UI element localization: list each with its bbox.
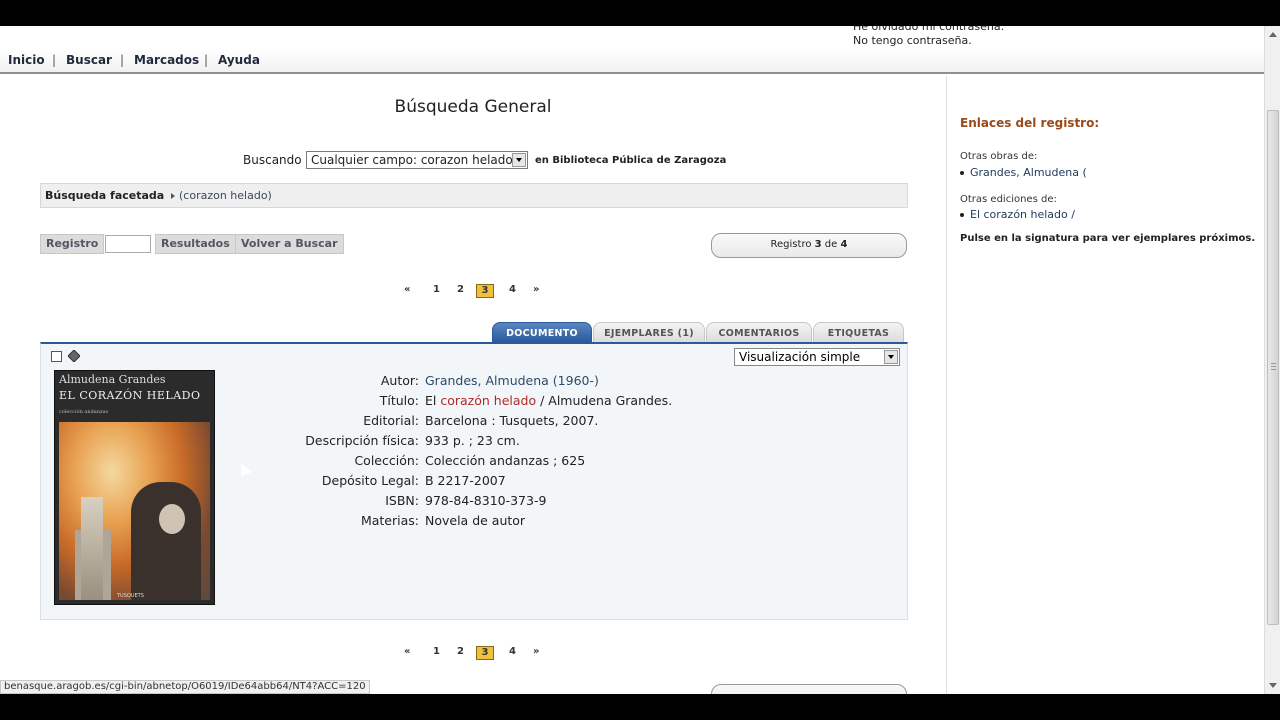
author-link[interactable]: Grandes, Almudena (1960-)	[425, 373, 599, 388]
cover-author: Almudena Grandes	[59, 373, 166, 386]
grip-line	[1271, 369, 1276, 370]
chevron-down-icon[interactable]	[512, 153, 526, 167]
tab-etiquetas[interactable]: ETIQUETAS	[813, 322, 904, 342]
record-counter-middle: de	[824, 239, 838, 250]
cover-publisher: TUSQUETS	[117, 593, 144, 599]
facet-crumb[interactable]: (corazon helado)	[171, 189, 272, 202]
search-library: en Biblioteca Pública de Zaragoza	[535, 155, 727, 166]
nav-inicio[interactable]: Inicio	[8, 53, 45, 67]
record-panel: Visualización simple Almudena Grandes EL…	[40, 342, 908, 620]
login-links: He olvidado mi contraseña. No tengo cont…	[853, 26, 1004, 48]
cover-figure	[131, 482, 201, 600]
grip-line	[1271, 363, 1276, 364]
field-value: 933 p. ; 23 cm.	[425, 433, 520, 448]
record-counter-total: 4	[840, 239, 848, 250]
nav-separator: |	[204, 53, 209, 67]
field-label: Materias:	[360, 513, 419, 528]
tag-icon[interactable]	[68, 350, 80, 362]
pager-first[interactable]: «	[404, 284, 410, 295]
search-field-select[interactable]: Cualquier campo: corazon helado/	[306, 151, 528, 169]
volver-buscar-button[interactable]: Volver a Buscar	[235, 234, 344, 254]
top-navigation: Inicio | Buscar | Marcados | Ayuda	[0, 48, 1264, 74]
nav-marcados[interactable]: Marcados	[134, 53, 199, 67]
vertical-scrollbar[interactable]	[1264, 26, 1280, 694]
other-works-link-text: Grandes, Almudena (	[970, 166, 1087, 179]
other-editions-link-text: El corazón helado /	[970, 208, 1075, 221]
status-bar-url: benasque.aragob.es/cgi-bin/abnetop/O6019…	[0, 680, 370, 694]
record-counter: Registro 3 de 4	[711, 233, 907, 258]
resultados-button[interactable]: Resultados	[155, 234, 236, 254]
field-label: Autor:	[380, 373, 419, 388]
no-password-link[interactable]: No tengo contraseña.	[853, 34, 1004, 48]
field-label: Depósito Legal:	[321, 473, 419, 488]
record-counter-prefix: Registro	[770, 239, 812, 250]
sidebar-title: Enlaces del registro:	[960, 116, 1100, 130]
other-works-link[interactable]: Grandes, Almudena (	[960, 166, 1087, 179]
cover-collection: colección andanzas	[59, 409, 109, 415]
field-label: Título:	[379, 393, 419, 408]
pager-page[interactable]: 1	[433, 284, 440, 295]
field-label: Editorial:	[363, 413, 419, 428]
field-value: Novela de autor	[425, 513, 526, 528]
field-value: Barcelona : Tusquets, 2007.	[425, 413, 599, 428]
view-mode-value: Visualización simple	[739, 350, 861, 364]
pager-page[interactable]: 4	[509, 646, 516, 657]
pager-page[interactable]: 2	[457, 646, 464, 657]
faceted-search-bar: Búsqueda facetada (corazon helado)	[40, 183, 908, 208]
record-counter-current: 3	[814, 239, 822, 250]
cover-face	[159, 504, 185, 534]
cover-tower	[81, 497, 103, 600]
bullet-icon	[960, 213, 964, 217]
other-editions-label: Otras ediciones de:	[960, 194, 1057, 205]
tab-ejemplares[interactable]: EJEMPLARES (1)	[593, 322, 705, 342]
pager-current[interactable]: 3	[476, 646, 494, 660]
nav-separator: |	[120, 53, 125, 67]
forgot-password-link[interactable]: He olvidado mi contraseña.	[853, 26, 1004, 34]
nav-separator: |	[52, 53, 57, 67]
bullet-icon	[960, 171, 964, 175]
grip-line	[1271, 366, 1276, 367]
select-record-checkbox[interactable]	[51, 351, 62, 362]
pager-page[interactable]: 2	[457, 284, 464, 295]
chevron-down-icon[interactable]	[884, 350, 898, 364]
book-cover[interactable]: Almudena Grandes EL CORAZÓN HELADO colec…	[54, 370, 215, 605]
pager-current[interactable]: 3	[476, 284, 494, 298]
scrollbar-thumb[interactable]	[1267, 110, 1279, 625]
cover-title: EL CORAZÓN HELADO	[59, 389, 201, 402]
browser-viewport: He olvidado mi contraseña. No tengo cont…	[0, 26, 1280, 694]
view-mode-select[interactable]: Visualización simple	[734, 348, 900, 366]
scroll-up-icon[interactable]	[1269, 32, 1277, 37]
faceted-search-label: Búsqueda facetada	[45, 189, 165, 202]
search-field-value: Cualquier campo: corazon helado/	[311, 153, 517, 167]
tab-documento[interactable]: DOCUMENTO	[492, 322, 592, 342]
field-label: ISBN:	[385, 493, 419, 508]
pager-last[interactable]: »	[533, 646, 539, 657]
record-counter-bottom	[711, 684, 907, 694]
nav-buscar[interactable]: Buscar	[66, 53, 112, 67]
pager-first[interactable]: «	[404, 646, 410, 657]
tab-comentarios[interactable]: COMENTARIOS	[706, 322, 812, 342]
title-highlight[interactable]: corazón helado	[440, 393, 536, 408]
other-editions-link[interactable]: El corazón helado /	[960, 208, 1075, 221]
searching-label: Buscando	[243, 153, 302, 167]
cover-photo	[59, 422, 210, 600]
pager-last[interactable]: »	[533, 284, 539, 295]
pager-page[interactable]: 4	[509, 284, 516, 295]
other-works-label: Otras obras de:	[960, 151, 1038, 162]
field-value: 978-84-8310-373-9	[425, 493, 547, 508]
field-label: Descripción física:	[305, 433, 419, 448]
field-value: B 2217-2007	[425, 473, 506, 488]
title-prefix: El	[425, 393, 441, 408]
sidebar-note: Pulse en la signatura para ver ejemplare…	[960, 233, 1256, 244]
nav-ayuda[interactable]: Ayuda	[218, 53, 260, 67]
scroll-down-icon[interactable]	[1269, 683, 1277, 688]
title-suffix: / Almudena Grandes.	[536, 393, 673, 408]
registro-button[interactable]: Registro	[40, 234, 105, 254]
page-title: Búsqueda General	[394, 97, 552, 117]
field-value: Colección andanzas ; 625	[425, 453, 586, 468]
pager-page[interactable]: 1	[433, 646, 440, 657]
record-number-input[interactable]	[105, 235, 151, 253]
record-links-sidebar: Enlaces del registro: Otras obras de: Gr…	[946, 76, 1264, 694]
